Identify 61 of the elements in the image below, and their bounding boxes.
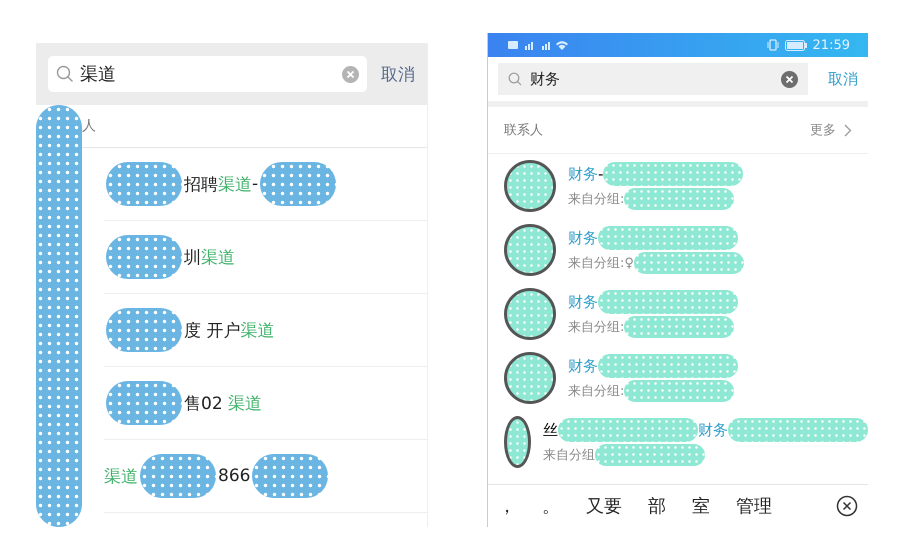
result-text: - bbox=[598, 165, 604, 183]
result-row[interactable]: 度 开户渠道 bbox=[104, 294, 427, 367]
avatar bbox=[504, 416, 531, 468]
match-text: 财务 bbox=[698, 420, 728, 440]
signal-icon bbox=[508, 39, 570, 51]
result-text: - bbox=[252, 174, 258, 194]
result-text: 度 开户 bbox=[184, 320, 240, 342]
result-text: 招聘 bbox=[184, 174, 218, 196]
result-row[interactable]: 招聘渠道- bbox=[104, 148, 427, 221]
avatar bbox=[504, 160, 556, 212]
contact-row[interactable]: 财务 来自分组: bbox=[488, 346, 868, 410]
match-text: 渠道 bbox=[240, 320, 274, 342]
match-text: 渠道 bbox=[201, 246, 235, 268]
result-text: 丝 bbox=[543, 420, 558, 440]
contact-row[interactable]: 丝 财务 来自分组 bbox=[488, 410, 868, 474]
result-text: 来自分组: bbox=[568, 319, 624, 336]
match-text: 财务 bbox=[568, 228, 598, 248]
avatar bbox=[504, 224, 556, 276]
search-text: 渠道 bbox=[80, 63, 117, 86]
candidate-key[interactable]: 部 bbox=[648, 494, 666, 518]
candidate-key[interactable]: 管理 bbox=[736, 494, 772, 518]
result-row[interactable]: 圳渠道 bbox=[104, 221, 427, 294]
avatar bbox=[504, 288, 556, 340]
result-text: 售02 bbox=[184, 392, 224, 414]
clear-icon[interactable] bbox=[781, 70, 798, 88]
match-text: 财务 bbox=[568, 164, 598, 184]
result-text: 866 bbox=[218, 466, 250, 486]
result-row[interactable]: 售02 渠道 bbox=[104, 367, 427, 440]
result-text: 圳 bbox=[184, 246, 201, 268]
search-text: 财务 bbox=[530, 70, 561, 88]
cancel-button[interactable]: 取消 bbox=[381, 62, 415, 86]
match-text: 财务 bbox=[568, 356, 598, 376]
result-text: 来自分组 bbox=[543, 447, 595, 464]
result-text: 来自分组: bbox=[568, 191, 624, 208]
result-text: 来自分组: bbox=[568, 383, 624, 400]
section-header: 联系人 bbox=[504, 122, 543, 139]
result-text: 来自分组:♀ bbox=[568, 255, 634, 272]
candidate-key[interactable]: 。 bbox=[542, 494, 560, 518]
match-text: 渠道 bbox=[218, 174, 252, 196]
match-text: 财务 bbox=[568, 292, 598, 312]
match-text: 渠道 bbox=[104, 466, 138, 488]
delete-icon[interactable] bbox=[836, 495, 858, 517]
result-row[interactable]: 渠道 866 bbox=[104, 440, 427, 513]
candidate-key[interactable]: 室 bbox=[692, 494, 710, 518]
contact-row[interactable]: 财务 来自分组: bbox=[488, 282, 868, 346]
search-icon bbox=[56, 65, 74, 83]
contact-row[interactable]: 财务- 来自分组: bbox=[488, 154, 868, 218]
search-field[interactable]: 财务 bbox=[498, 63, 808, 95]
battery-icon bbox=[784, 40, 807, 50]
more-link[interactable]: 更多 bbox=[810, 121, 852, 139]
candidate-key[interactable]: ， bbox=[498, 494, 516, 518]
avatar bbox=[504, 352, 556, 404]
contact-row[interactable]: 财务 来自分组:♀ bbox=[488, 218, 868, 282]
chevron-icon bbox=[844, 124, 852, 136]
match-text: 渠道 bbox=[228, 392, 262, 414]
search-field[interactable]: 渠道 bbox=[48, 56, 367, 92]
section-header: 人 bbox=[82, 117, 96, 135]
vibrate-icon bbox=[766, 39, 779, 51]
candidate-key[interactable]: 又要 bbox=[586, 494, 622, 518]
clock-text: 21:59 bbox=[812, 38, 850, 52]
search-icon bbox=[508, 72, 522, 86]
